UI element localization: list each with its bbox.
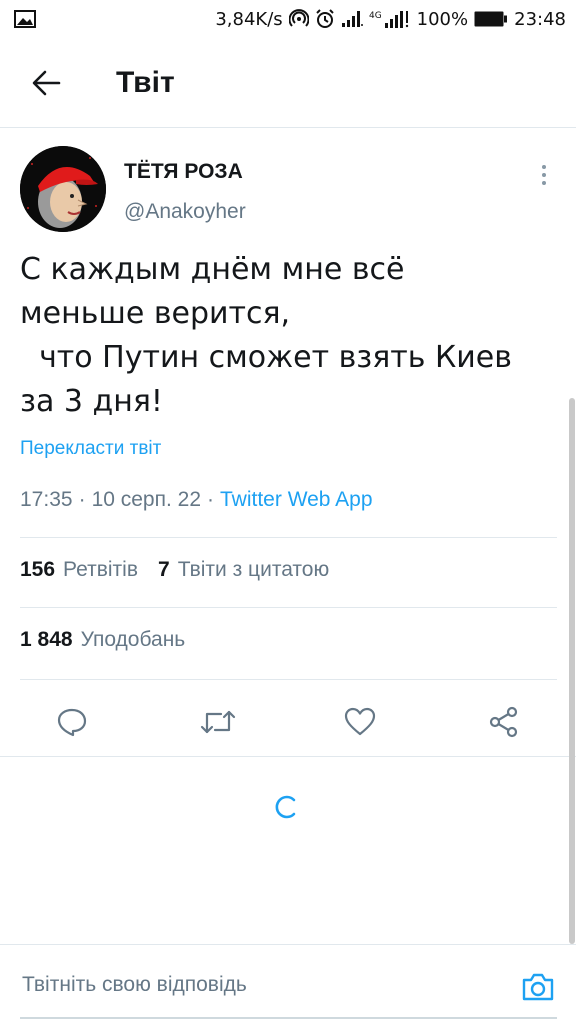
share-icon [489,706,518,738]
meta-separator: · [207,488,215,511]
likes-label: Уподобань [80,628,186,651]
battery-icon [474,11,508,27]
share-button[interactable] [482,700,526,744]
author-name[interactable]: ТЁТЯ РОЗА [124,160,243,184]
camera-icon [522,973,554,1001]
meta-separator: · [78,488,86,511]
more-options-button[interactable] [530,160,558,190]
loading-spinner-icon [275,795,296,819]
svg-text:4G: 4G [369,11,382,21]
retweet-icon [200,710,236,734]
reply-icon [57,708,87,737]
likes-count: 1 848 [20,628,73,651]
like-button[interactable] [338,700,382,744]
signal-icon [341,10,363,28]
alarm-icon [315,9,335,29]
scrollbar[interactable] [569,398,575,944]
divider [20,679,557,680]
clock: 23:48 [514,8,566,30]
author-handle[interactable]: @Anakoyher [124,200,246,224]
signal-4g-icon: 4G [369,9,411,29]
divider [20,607,557,608]
tweet-detail: ТЁТЯ РОЗА @Anakoyher С каждым днём мне в… [0,128,576,738]
tweet-text: С каждым днём мне всё меньше верится, чт… [20,252,512,419]
divider [20,537,557,538]
tweet-source-link[interactable]: Twitter Web App [220,488,373,511]
quotes-count: 7 [158,558,170,581]
tweet-actions [0,688,576,754]
section-divider [0,756,576,757]
likes-stat[interactable]: 1 848 Уподобань [20,628,185,652]
more-vertical-icon [542,165,546,185]
status-bar: 3,84K/s 4G 100% 23:48 [0,0,576,38]
battery-percent: 100% [416,8,469,30]
reply-button[interactable] [50,700,94,744]
retweets-stat[interactable]: 156 Ретвітів [20,558,138,582]
back-button[interactable] [22,59,70,107]
tweet-time: 17:35 [20,488,73,511]
retweets-count: 156 [20,558,56,581]
translate-tweet-link[interactable]: Перекласти твіт [20,438,161,460]
retweets-label: Ретвітів [63,558,138,581]
avatar[interactable] [20,146,106,232]
heart-icon [344,707,376,736]
image-icon [14,10,36,28]
reply-input-underline [20,1017,557,1019]
hotspot-icon [288,9,309,29]
top-app-bar: Твіт [0,38,576,128]
tweet-stats: 156 Ретвітів 7 Твіти з цитатою [20,558,349,582]
reply-composer: Твітніть свою відповідь [0,944,576,1024]
quotes-stat[interactable]: 7 Твіти з цитатою [158,558,329,582]
page-title: Твіт [116,65,175,99]
tweet-timestamp: 17:35 · 10 серп. 22 · Twitter Web App [20,488,373,512]
retweet-button[interactable] [196,700,240,744]
tweet-date: 10 серп. 22 [91,488,202,511]
quotes-label: Твіти з цитатою [177,558,330,581]
network-speed: 3,84K/s [215,8,283,30]
reply-input[interactable]: Твітніть свою відповідь [22,973,247,997]
author-row: ТЁТЯ РОЗА @Anakoyher [0,128,576,238]
arrow-left-icon [32,70,61,95]
camera-button[interactable] [518,967,558,1007]
